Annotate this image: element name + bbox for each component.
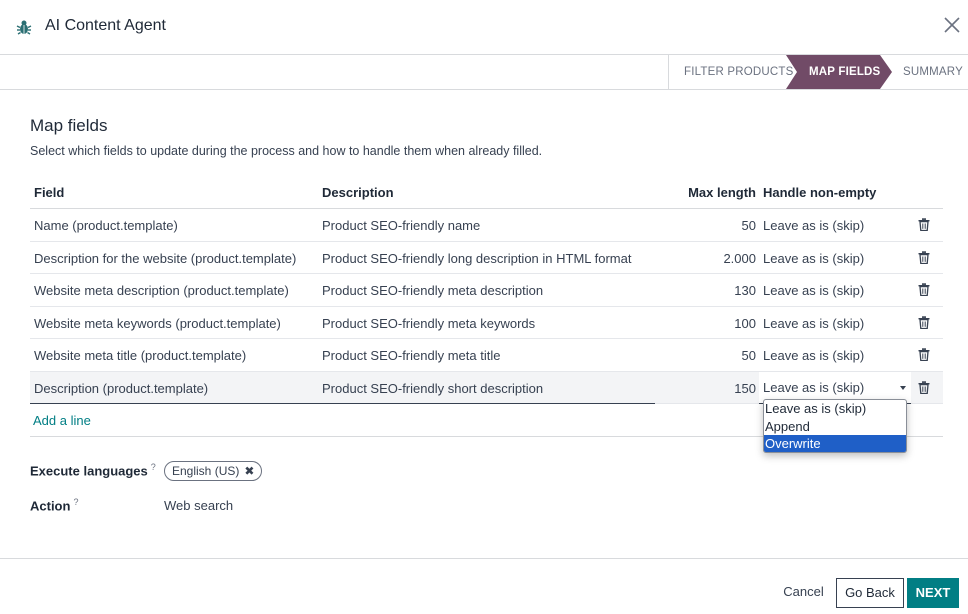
help-tooltip[interactable]: ? xyxy=(151,462,156,472)
dialog-title: AI Content Agent xyxy=(45,17,166,34)
dialog-header: AI Content Agent xyxy=(0,0,968,55)
column-handle-non-empty[interactable]: Handle non-empty xyxy=(763,176,876,209)
cell-field[interactable]: Description for the website (product.tem… xyxy=(34,242,296,275)
trash-icon[interactable] xyxy=(918,250,934,267)
step-map-fields-label: MAP FIELDS xyxy=(809,66,881,78)
go-back-button[interactable]: Go Back xyxy=(836,578,904,608)
cell-description[interactable]: Product SEO-friendly meta description xyxy=(322,274,543,307)
action-label-text: Action xyxy=(30,498,71,514)
cell-field[interactable]: Name (product.template) xyxy=(34,209,178,242)
step-filter-products[interactable]: FILTER PRODUCTS xyxy=(684,55,794,89)
cell-max-length[interactable]: 50 xyxy=(590,339,756,372)
trash-icon[interactable] xyxy=(918,380,934,397)
dropdown-option-skip[interactable]: Leave as is (skip) xyxy=(764,400,906,418)
table-row[interactable]: Website meta keywords (product.template)… xyxy=(30,307,943,340)
dropdown-option-append[interactable]: Append xyxy=(764,418,906,436)
cell-description[interactable]: Product SEO-friendly short description xyxy=(322,372,543,405)
help-tooltip[interactable]: ? xyxy=(73,497,78,507)
cell-field[interactable]: Website meta title (product.template) xyxy=(34,339,246,372)
section-title: Map fields xyxy=(30,116,108,135)
cell-description[interactable]: Product SEO-friendly meta title xyxy=(322,339,500,372)
table-row[interactable]: Website meta description (product.templa… xyxy=(30,274,943,307)
close-icon[interactable] xyxy=(942,15,962,35)
cell-handle[interactable]: Leave as is (skip) xyxy=(763,242,864,275)
cell-description[interactable]: Product SEO-friendly name xyxy=(322,209,480,242)
language-tag: English (US) ✖ xyxy=(164,461,263,481)
cell-field[interactable]: Website meta description (product.templa… xyxy=(34,274,289,307)
bug-icon xyxy=(16,20,32,35)
next-button[interactable]: NEXT xyxy=(907,578,959,608)
cell-max-length[interactable]: 50 xyxy=(590,209,756,242)
languages-label-text: Execute languages xyxy=(30,463,148,479)
fields-table: Field Description Max length Handle non-… xyxy=(30,176,943,437)
caret-down-icon xyxy=(900,385,906,390)
column-description[interactable]: Description xyxy=(322,176,394,209)
language-tag-label: English (US) xyxy=(172,464,240,478)
cell-description[interactable]: Product SEO-friendly long description in… xyxy=(322,242,631,275)
section-subtitle: Select which fields to update during the… xyxy=(30,144,543,158)
dropdown-option-overwrite[interactable]: Overwrite xyxy=(764,435,906,452)
cell-handle[interactable]: Leave as is (skip) xyxy=(763,339,864,372)
column-max-length[interactable]: Max length xyxy=(590,176,756,209)
table-row[interactable]: Description for the website (product.tem… xyxy=(30,242,943,275)
cell-max-length[interactable]: 100 xyxy=(590,307,756,340)
trash-icon[interactable] xyxy=(918,315,934,332)
wizard-steps: FILTER PRODUCTS MAP FIELDS SUMMARY xyxy=(0,55,968,90)
action-value[interactable]: Web search xyxy=(164,498,233,513)
cell-field[interactable]: Website meta keywords (product.template) xyxy=(34,307,281,340)
table-header: Field Description Max length Handle non-… xyxy=(30,176,943,209)
trash-icon[interactable] xyxy=(918,218,934,234)
languages-label: Execute languages? xyxy=(30,462,156,478)
cell-handle[interactable]: Leave as is (skip) xyxy=(763,209,864,242)
cell-handle[interactable]: Leave as is (skip) xyxy=(763,274,864,307)
trash-icon[interactable] xyxy=(918,283,934,299)
step-summary[interactable]: SUMMARY xyxy=(903,55,963,89)
cell-max-length[interactable]: 130 xyxy=(590,274,756,307)
remove-tag-icon[interactable]: ✖ xyxy=(244,462,254,480)
table-row[interactable]: Name (product.template) Product SEO-frie… xyxy=(30,209,943,242)
dialog-footer: Cancel Go Back NEXT xyxy=(0,558,968,614)
cell-field[interactable]: Description (product.template) xyxy=(34,372,208,405)
action-label: Action? xyxy=(30,497,78,513)
handle-dropdown-list: Leave as is (skip) Append Overwrite xyxy=(763,399,907,453)
cell-description[interactable]: Product SEO-friendly meta keywords xyxy=(322,307,535,340)
cell-handle[interactable]: Leave as is (skip) xyxy=(763,307,864,340)
column-field[interactable]: Field xyxy=(34,176,64,209)
table-row[interactable]: Website meta title (product.template) Pr… xyxy=(30,339,943,372)
cell-max-length[interactable]: 150 xyxy=(590,372,756,405)
step-map-fields[interactable]: MAP FIELDS xyxy=(786,55,892,89)
cell-max-length[interactable]: 2.000 xyxy=(590,242,756,275)
steps-divider xyxy=(668,55,669,89)
trash-icon[interactable] xyxy=(918,348,934,364)
cancel-button[interactable]: Cancel xyxy=(776,578,831,608)
